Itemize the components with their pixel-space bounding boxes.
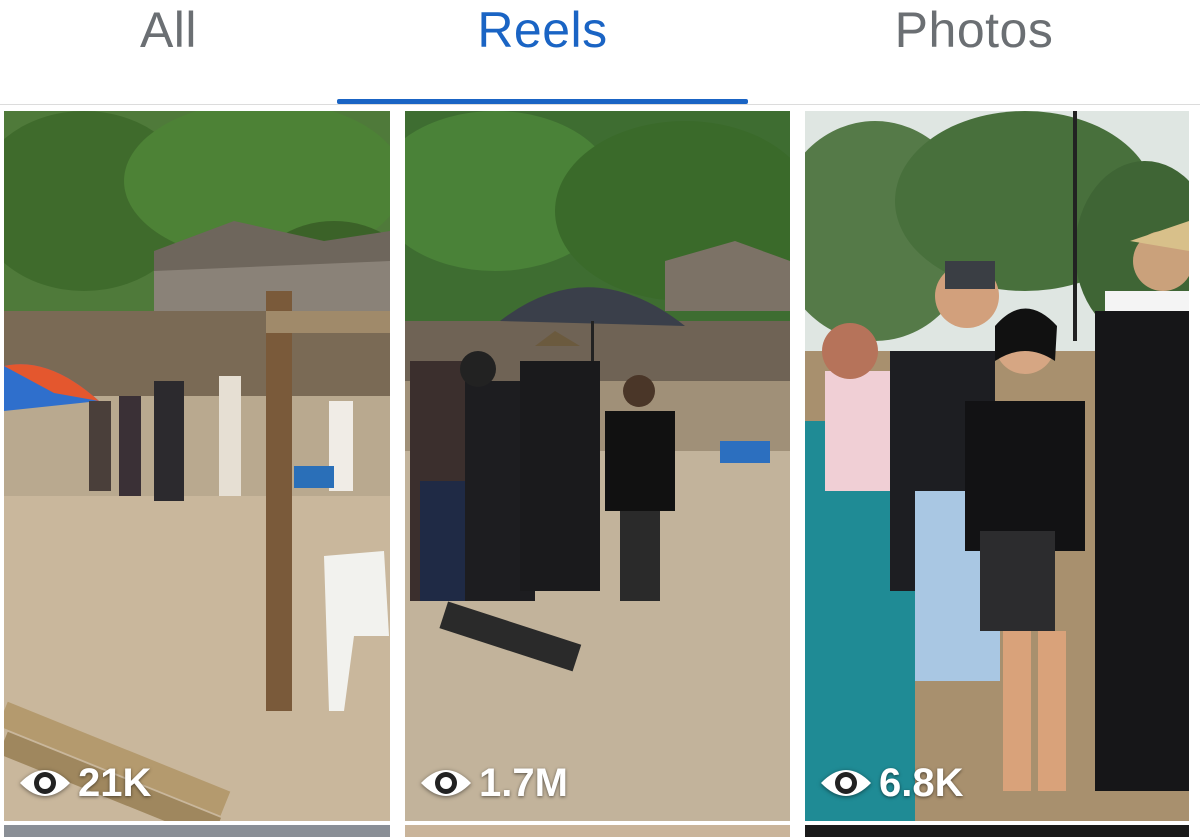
tab-reels[interactable]: Reels — [337, 0, 748, 104]
reel-thumbnail[interactable]: 1.7M — [405, 111, 790, 821]
reel-thumbnail-image — [805, 111, 1189, 821]
reel-thumbnail-partial[interactable] — [4, 825, 390, 837]
reel-thumbnail-image — [4, 111, 390, 821]
eye-icon — [421, 770, 471, 796]
tab-all-label: All — [139, 2, 198, 58]
view-count: 21K — [16, 761, 151, 805]
tab-bar: All Reels Photos — [0, 0, 1200, 105]
reel-thumbnail-partial[interactable] — [405, 825, 790, 837]
reels-grid: 21K 1.7M 6.8K — [0, 105, 1200, 837]
view-count: 6.8K — [817, 761, 964, 805]
eye-icon — [20, 770, 70, 796]
tab-all[interactable]: All — [0, 0, 337, 104]
view-count: 1.7M — [417, 761, 568, 805]
view-count-value: 21K — [78, 761, 152, 805]
view-count-value: 6.8K — [879, 761, 964, 805]
reel-thumbnail-partial[interactable] — [805, 825, 1189, 837]
eye-icon — [821, 770, 871, 796]
view-count-value: 1.7M — [479, 761, 568, 805]
reel-thumbnail[interactable]: 6.8K — [805, 111, 1189, 821]
active-tab-indicator — [337, 99, 748, 104]
tab-photos[interactable]: Photos — [748, 0, 1200, 104]
tab-reels-label: Reels — [477, 2, 608, 58]
tab-photos-label: Photos — [894, 2, 1054, 58]
reel-thumbnail-image — [405, 111, 790, 821]
reel-thumbnail[interactable]: 21K — [4, 111, 390, 821]
